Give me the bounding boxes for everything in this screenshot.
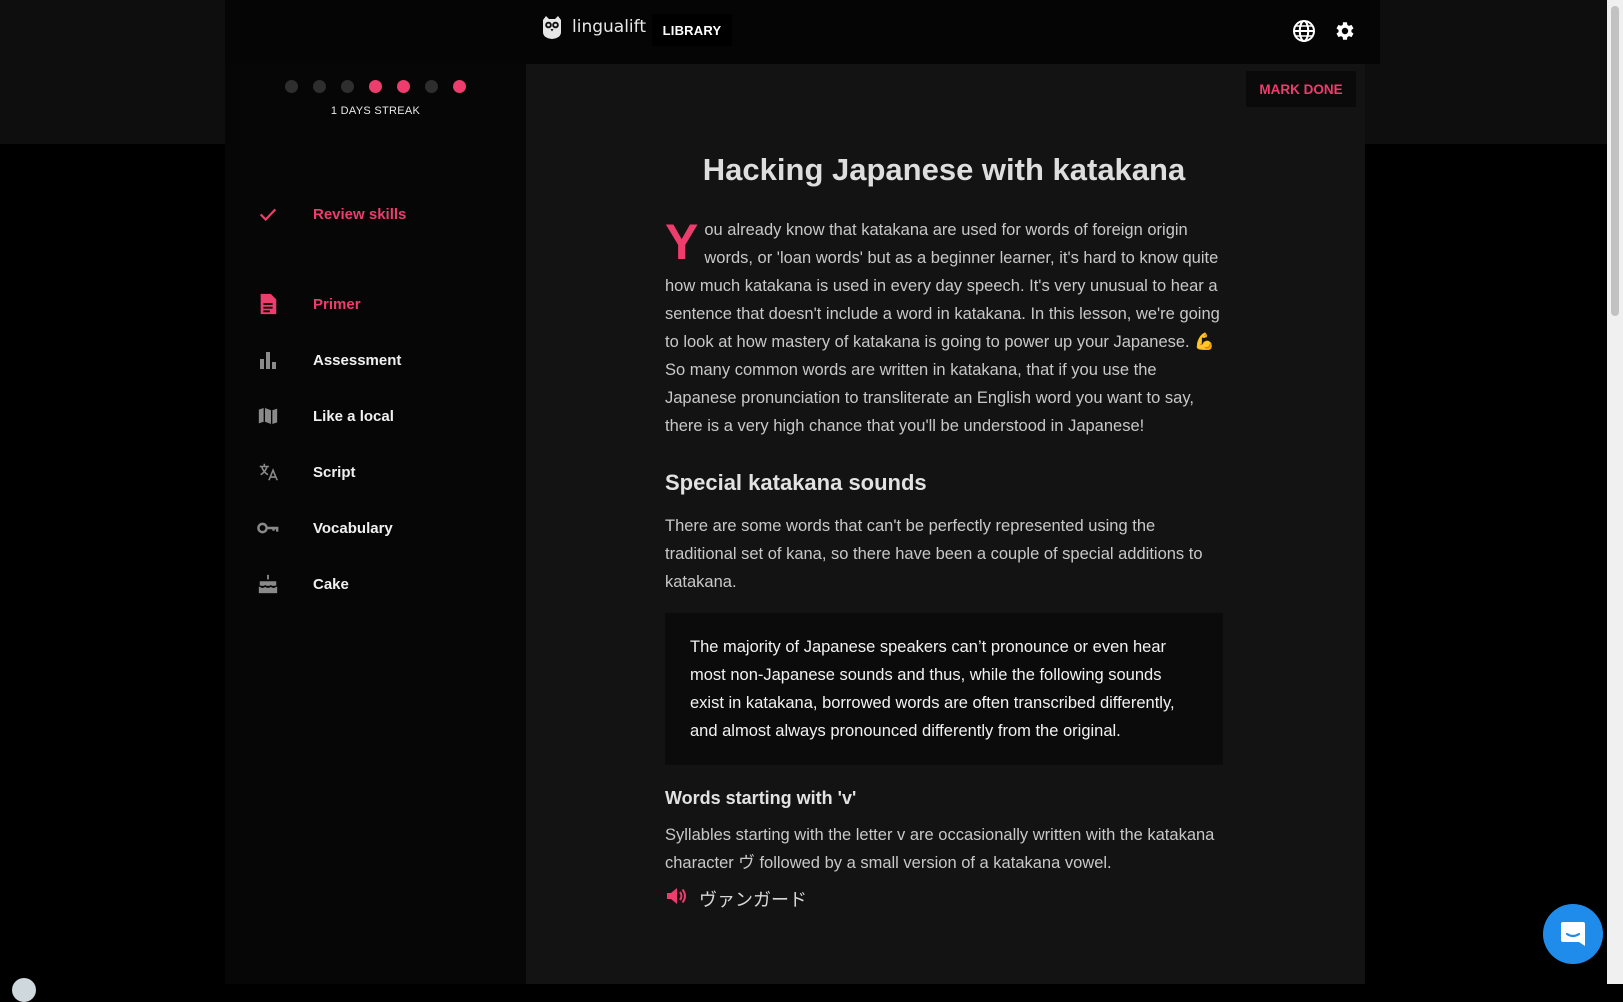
sidebar-item-label: Review skills [313, 205, 407, 223]
mark-done-button[interactable]: MARK DONE [1246, 71, 1356, 107]
article: Hacking Japanese with katakana You alrea… [665, 150, 1223, 915]
key-icon [257, 517, 279, 539]
sidebar-item-assessment[interactable]: Assessment [225, 340, 526, 380]
gear-icon[interactable] [1332, 19, 1356, 43]
streak-dot [340, 80, 354, 93]
sidebar-item-like-a-local[interactable]: Like a local [225, 396, 526, 436]
flexed-biceps-emoji-icon: 💪 [1194, 333, 1215, 351]
audio-example: ヴァンガード [665, 885, 1223, 915]
intro-text-2: So many common words are written in kata… [665, 361, 1194, 435]
streak-dot [452, 80, 466, 93]
sidebar-item-label: Script [313, 463, 356, 481]
cake-icon [257, 573, 279, 595]
sidebar-item-review-skills[interactable]: Review skills [225, 194, 526, 234]
speaker-icon[interactable] [665, 885, 689, 915]
streak-dot [424, 80, 438, 93]
sidebar-item-label: Like a local [313, 407, 394, 425]
logo[interactable]: lingualift [540, 14, 646, 40]
library-link[interactable]: LIBRARY [652, 14, 732, 46]
audio-word: ヴァンガード [699, 890, 807, 910]
document-icon [257, 293, 279, 315]
sidebar-item-label: Vocabulary [313, 519, 393, 537]
check-icon [257, 203, 279, 225]
scrollbar-thumb[interactable] [1611, 6, 1619, 316]
callout-box: The majority of Japanese speakers can’t … [665, 613, 1223, 765]
chat-icon [1561, 922, 1585, 946]
intro-paragraph: You already know that katakana are used … [665, 216, 1223, 440]
sidebar-item-vocabulary[interactable]: Vocabulary [225, 508, 526, 548]
logo-text: lingualift [572, 17, 647, 37]
globe-icon[interactable] [1292, 19, 1316, 43]
sidebar-item-label: Assessment [313, 351, 402, 369]
section-heading-v-words: Words starting with 'v' [665, 788, 857, 808]
streak-dots [224, 80, 526, 93]
section-v-words-text: Syllables starting with the letter v are… [665, 826, 1215, 872]
section-heading-special-sounds: Special katakana sounds [665, 470, 927, 495]
intro-text-1: ou already know that katakana are used f… [665, 221, 1220, 351]
corner-widget[interactable] [12, 978, 36, 1002]
page-scrollbar[interactable] [1607, 0, 1623, 984]
streak-dot [312, 80, 326, 93]
streak-dot [284, 80, 298, 93]
sidebar-item-script[interactable]: Script [225, 452, 526, 492]
chat-launcher-button[interactable] [1543, 904, 1603, 964]
streak-dot [368, 80, 382, 93]
drop-cap: Y [665, 214, 699, 270]
map-icon [257, 405, 279, 427]
sidebar-item-label: Cake [313, 575, 349, 593]
section-special-sounds-text: There are some words that can't be perfe… [665, 517, 1203, 591]
streak-dot [396, 80, 410, 93]
streak-widget: 1 DAYS STREAK [225, 80, 526, 117]
sidebar-item-label: Primer [313, 295, 361, 313]
sidebar-item-cake[interactable]: Cake [225, 564, 526, 604]
owl-logo-icon [543, 16, 561, 39]
lesson-content: MARK DONE Hacking Japanese with katakana… [526, 64, 1365, 984]
header-bar [225, 0, 1380, 64]
sidebar-item-primer[interactable]: Primer [225, 284, 526, 324]
streak-label: 1 DAYS STREAK [330, 105, 421, 117]
translate-icon [257, 461, 279, 483]
lesson-title: Hacking Japanese with katakana [702, 152, 1186, 187]
sidebar: 1 DAYS STREAK Review skills Primer Asses… [225, 64, 526, 984]
bar-chart-icon [257, 349, 279, 371]
